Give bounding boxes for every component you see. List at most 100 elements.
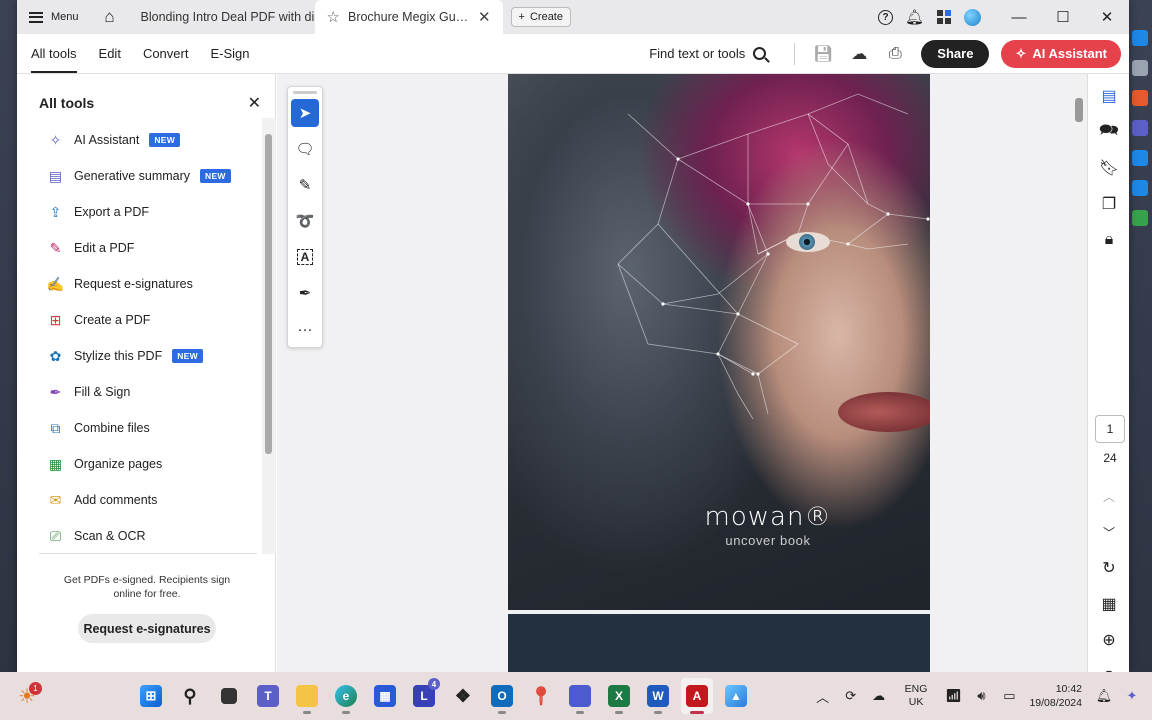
tool-item-ai-assistant[interactable]: ✧ AI Assistant NEW xyxy=(47,122,275,158)
tab-document-1[interactable]: Blonding Intro Deal PDF with di... xyxy=(129,0,315,34)
drag-handle[interactable] xyxy=(293,91,317,94)
protect-button[interactable]: 🔒︎ xyxy=(1088,222,1130,258)
pages-button[interactable]: ❐ xyxy=(1088,186,1130,222)
more-tools-button[interactable]: ··· xyxy=(291,315,319,343)
share-button[interactable]: Share xyxy=(921,39,990,68)
close-window-button[interactable]: ✕ xyxy=(1085,8,1129,26)
tool-item-fill-sign[interactable]: ✒ Fill & Sign xyxy=(47,374,275,410)
help-button[interactable]: ? xyxy=(871,9,900,25)
excel-app[interactable]: X xyxy=(603,678,635,714)
acrobat-secondary-app[interactable] xyxy=(564,678,596,714)
word-app[interactable]: W xyxy=(642,678,674,714)
document-scrollbar[interactable] xyxy=(1072,74,1086,672)
add-comment-tool-button[interactable]: 🗨︎ xyxy=(291,135,319,163)
tool-item-organize-pages[interactable]: ▦ Organize pages xyxy=(47,446,275,482)
create-button[interactable]: + Create xyxy=(510,7,571,27)
document-canvas[interactable]: ➤ 🗨︎ ✎ ➰ A ✒ ··· mowan® uncover book xyxy=(277,74,1087,672)
request-signatures-button[interactable]: Request e-signatures xyxy=(78,614,216,643)
weather-widget[interactable]: ☀ 1 xyxy=(18,682,42,708)
maps-app[interactable]: 📍︎ xyxy=(525,678,557,714)
highlight-tool-button[interactable]: ✎ xyxy=(291,171,319,199)
tab-document-2[interactable]: ☆ Brochure Megix Guida ... ✕ xyxy=(314,0,503,34)
scrollbar-thumb[interactable] xyxy=(1075,98,1083,122)
profile-button[interactable] xyxy=(958,8,987,26)
tool-item-combine-files[interactable]: ⧉ Combine files xyxy=(47,410,275,446)
teams-app[interactable]: T xyxy=(252,678,284,714)
input-language[interactable]: ENG UK xyxy=(905,683,928,709)
notifications-button[interactable]: 🔔︎ xyxy=(900,8,929,26)
acrobat-app[interactable]: A xyxy=(681,678,713,714)
ai-summary-button[interactable]: ▤ xyxy=(1088,78,1130,114)
menu-button[interactable]: Menu xyxy=(17,0,91,34)
show-hidden-icons-button[interactable]: ︿ xyxy=(809,687,837,706)
apps-button[interactable] xyxy=(929,10,958,24)
tool-item-stylize-this-pdf[interactable]: ✿ Stylize this PDF NEW xyxy=(47,338,275,374)
draw-tool-button[interactable]: ➰ xyxy=(291,207,319,235)
store-app[interactable]: ▦ xyxy=(369,678,401,714)
close-icon[interactable]: ✕ xyxy=(478,8,491,26)
desktop-app-icon[interactable] xyxy=(1132,30,1148,46)
notification-center-button[interactable]: 🔔︎ xyxy=(1090,688,1118,704)
outlook-app[interactable]: O xyxy=(486,678,518,714)
next-page-button[interactable]: ﹀ xyxy=(1088,514,1130,550)
tool-item-scan-ocr[interactable]: ⎚ Scan & OCR xyxy=(47,518,275,554)
desktop-app-icon[interactable] xyxy=(1132,90,1148,106)
onedrive-button[interactable]: ☁ xyxy=(865,688,893,704)
print-button[interactable]: ⎙ xyxy=(877,45,913,63)
desktop-app-icon[interactable] xyxy=(1132,150,1148,166)
edge-app[interactable]: e xyxy=(330,678,362,714)
volume-button[interactable]: 🔊︎ xyxy=(967,688,995,704)
tool-item-export-a-pdf[interactable]: ⇪ Export a PDF xyxy=(47,194,275,230)
battery-button[interactable]: ▭ xyxy=(995,688,1023,704)
bookmarks-button[interactable]: 🔖︎ xyxy=(1088,150,1130,186)
tool-item-add-comments[interactable]: ✉ Add comments xyxy=(47,482,275,518)
upload-button[interactable]: ☁ xyxy=(841,44,877,64)
launcher-app[interactable]: L 4 xyxy=(408,678,440,714)
ai-assistant-button[interactable]: ✧ AI Assistant xyxy=(1001,39,1121,68)
notification-badge: 1 xyxy=(29,682,42,695)
tool-item-edit-a-pdf[interactable]: ✎ Edit a PDF xyxy=(47,230,275,266)
tool-item-generative-summary[interactable]: ▤ Generative summary NEW xyxy=(47,158,275,194)
previous-page-button[interactable]: ︿ xyxy=(1088,478,1130,514)
rotate-button[interactable]: ↻ xyxy=(1088,550,1130,586)
zoom-in-button[interactable]: ⊕ xyxy=(1088,622,1130,658)
brand-tagline: uncover book xyxy=(725,533,811,548)
tab-convert[interactable]: Convert xyxy=(132,34,200,73)
fit-page-button[interactable]: ▦ xyxy=(1088,586,1130,622)
tab-e-sign[interactable]: E-Sign xyxy=(199,34,260,73)
sign-tool-button[interactable]: ✒ xyxy=(291,279,319,307)
desktop-app-icon[interactable] xyxy=(1132,210,1148,226)
panel-scrollbar[interactable] xyxy=(262,118,276,554)
current-page-input[interactable]: 1 xyxy=(1095,415,1125,443)
wifi-button[interactable]: 📶︎ xyxy=(939,688,967,704)
select-tool-button[interactable]: ➤ xyxy=(291,99,319,127)
find-tools-button[interactable]: Find text or tools xyxy=(649,46,767,61)
scrollbar-thumb[interactable] xyxy=(265,134,272,454)
desktop-app-icon[interactable] xyxy=(1132,120,1148,136)
search-button[interactable]: ⚲ xyxy=(174,678,206,714)
tab-all-tools[interactable]: All tools xyxy=(17,34,88,73)
clock[interactable]: 10:42 19/08/2024 xyxy=(1029,682,1082,710)
close-icon[interactable]: ✕ xyxy=(248,93,261,113)
tab-edit[interactable]: Edit xyxy=(88,34,132,73)
sync-button[interactable]: ⟳ xyxy=(837,688,865,704)
maximize-button[interactable]: ☐ xyxy=(1041,8,1085,26)
comments-button[interactable]: 🗪︎ xyxy=(1088,114,1130,150)
tool-item-request-e-signatures[interactable]: ✍ Request e-signatures xyxy=(47,266,275,302)
task-view-button[interactable] xyxy=(213,678,245,714)
tool-item-create-a-pdf[interactable]: ⊞ Create a PDF xyxy=(47,302,275,338)
keyboard-layout: UK xyxy=(908,696,924,708)
photos-app[interactable]: ▲ xyxy=(720,678,752,714)
file-explorer-app[interactable] xyxy=(291,678,323,714)
zoom-in-icon: ⊕ xyxy=(1102,632,1116,649)
home-icon[interactable]: ⌂ xyxy=(91,0,129,34)
dropbox-app[interactable]: ❖ xyxy=(447,678,479,714)
copilot-button[interactable]: ✦ xyxy=(1118,688,1146,704)
desktop-app-icon[interactable] xyxy=(1132,180,1148,196)
star-icon[interactable]: ☆ xyxy=(327,8,340,26)
start-button[interactable]: ⊞ xyxy=(135,678,167,714)
text-box-tool-button[interactable]: A xyxy=(291,243,319,271)
save-button[interactable]: 💾︎ xyxy=(805,44,841,64)
desktop-app-icon[interactable] xyxy=(1132,60,1148,76)
minimize-button[interactable]: — xyxy=(997,9,1041,26)
